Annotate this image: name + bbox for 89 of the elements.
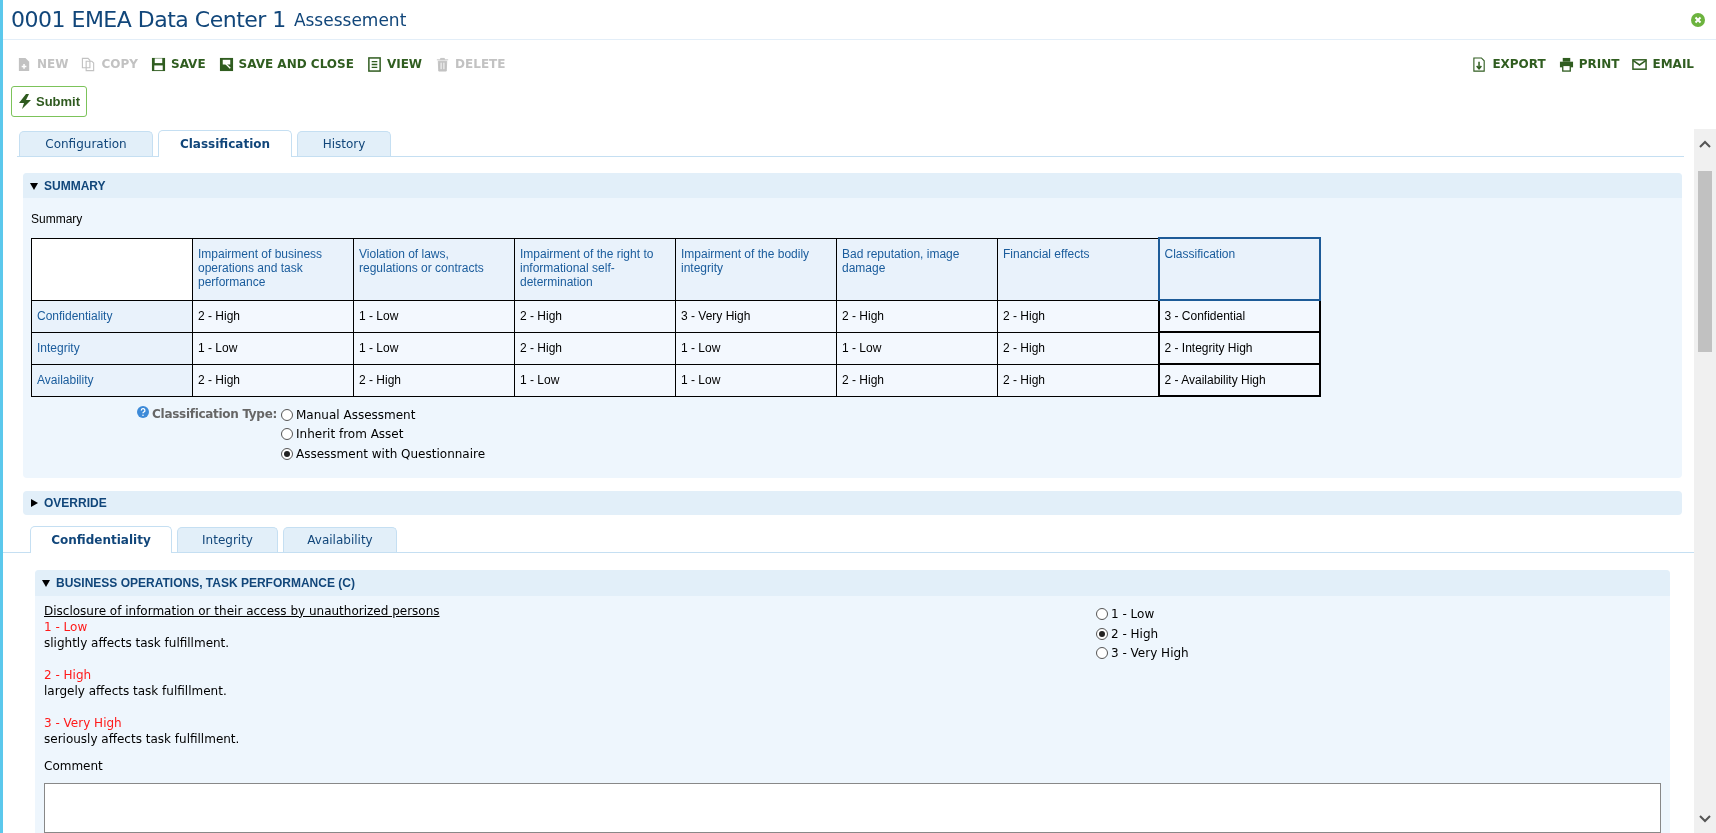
level-label: 3 - Very High <box>44 714 123 731</box>
triangle-down-icon <box>42 578 50 587</box>
column-header: Financial effects <box>997 238 1159 300</box>
column-header: Bad reputation, image damage <box>836 238 998 300</box>
tab[interactable]: Integrity <box>177 526 278 552</box>
table-cell: 2 - High <box>836 364 998 396</box>
radio-label: Manual Assessment <box>296 406 416 424</box>
close-icon[interactable] <box>1691 12 1705 27</box>
document-icon <box>17 56 32 72</box>
row-header: Integrity <box>31 332 193 364</box>
column-header: Impairment of the bodily integrity <box>675 238 837 300</box>
tab[interactable]: Availability <box>283 526 397 552</box>
section-header[interactable]: OVERRIDE <box>23 490 1682 515</box>
table-caption: Summary <box>30 211 84 228</box>
table-cell: 1 - Low <box>353 300 515 332</box>
column-header: Violation of laws, regulations or contracts <box>353 238 515 300</box>
level-description: slightly affects task fulfillment. <box>44 634 231 651</box>
table-cell: 1 - Low <box>836 332 998 364</box>
page-subtitle: Assessement <box>293 8 407 32</box>
table-cell: 1 - Low <box>675 364 837 396</box>
tab[interactable]: Configuration <box>19 131 153 156</box>
tab[interactable]: Confidentiality <box>30 525 172 553</box>
field-label: Classification Type: <box>152 406 277 423</box>
submit-button[interactable]: Submit <box>11 86 88 117</box>
table-cell: 2 - Availability High <box>1158 364 1320 396</box>
radio-label: Assessment with Questionnaire <box>296 445 486 463</box>
triangle-right-icon <box>30 498 38 507</box>
radio-button[interactable] <box>281 428 293 441</box>
envelope-icon <box>1632 56 1648 72</box>
radio-label: 2 - High <box>1111 625 1159 643</box>
row-header: Availability <box>31 364 193 396</box>
table-cell: 2 - High <box>514 300 676 332</box>
section-header[interactable]: BUSINESS OPERATIONS, TASK PERFORMANCE (C) <box>35 569 1670 596</box>
toolbar-button[interactable]: PRINT <box>1558 55 1620 73</box>
table-cell: 3 - Very High <box>675 300 837 332</box>
radio-label: Inherit from Asset <box>296 426 404 444</box>
table-cell: 1 - Low <box>192 332 354 364</box>
column-header: Classification <box>1158 238 1320 300</box>
help-icon[interactable] <box>137 406 150 418</box>
table-cell: 2 - High <box>997 364 1159 396</box>
table-cell: 3 - Confidential <box>1158 300 1320 332</box>
table-cell: 2 - Integrity High <box>1158 332 1320 364</box>
table-cell: 2 - High <box>997 300 1159 332</box>
section-header[interactable]: SUMMARY <box>23 173 1682 198</box>
table-cell: 2 - High <box>192 364 354 396</box>
table-cell: 1 - Low <box>675 332 837 364</box>
scroll-down-icon[interactable] <box>1699 815 1711 823</box>
table-cell: 2 - High <box>514 332 676 364</box>
column-header: Impairment of business operations and task performance <box>192 238 354 300</box>
download-icon <box>1472 56 1488 72</box>
level-label: 1 - Low <box>44 618 89 635</box>
tab[interactable]: History <box>297 131 391 156</box>
toolbar-button[interactable]: VIEW <box>366 55 423 73</box>
page-title: 0001 EMEA Data Center 1 <box>11 6 286 34</box>
copy-icon <box>81 56 97 72</box>
level-description: largely affects task fulfillment. <box>44 682 228 699</box>
toolbar-button[interactable]: EXPORT <box>1472 55 1546 73</box>
row-header: Confidentiality <box>31 300 193 332</box>
question-text: Disclosure of information or their access by unauthorized persons <box>44 602 441 619</box>
scrollbar[interactable] <box>1694 129 1716 833</box>
toolbar-button[interactable]: EMAIL <box>1632 55 1694 73</box>
table-cell: 2 - High <box>836 300 998 332</box>
level-description: seriously affects task fulfillment. <box>44 730 241 747</box>
radio-button[interactable] <box>281 447 293 460</box>
radio-button[interactable] <box>281 408 293 421</box>
table-cell: 2 - High <box>997 332 1159 364</box>
triangle-down-icon <box>30 181 38 190</box>
printer-icon <box>1558 56 1574 72</box>
radio-button[interactable] <box>1096 647 1108 660</box>
list-icon <box>366 56 382 72</box>
toolbar-button[interactable]: SAVE AND CLOSE <box>218 55 354 73</box>
radio-label: 1 - Low <box>1111 606 1155 624</box>
radio-button[interactable] <box>1096 608 1108 621</box>
toolbar-button[interactable]: SAVE <box>151 55 206 73</box>
field-label: Comment <box>43 757 104 775</box>
lightning-icon <box>18 94 32 109</box>
tab[interactable]: Classification <box>158 130 292 157</box>
table-cell: 2 - High <box>192 300 354 332</box>
comment-field[interactable] <box>44 782 1661 833</box>
table-cell: 1 - Low <box>353 332 515 364</box>
radio-button[interactable] <box>1096 627 1108 640</box>
level-label: 2 - High <box>44 666 93 683</box>
table-cell: 1 - Low <box>514 364 676 396</box>
column-header: Impairment of the right to informational self-determination <box>514 238 676 300</box>
scrollbar-thumb[interactable] <box>1698 171 1712 352</box>
trash-icon <box>435 56 451 72</box>
scroll-up-icon[interactable] <box>1699 140 1711 148</box>
table-cell: 2 - High <box>353 364 515 396</box>
radio-label: 3 - Very High <box>1111 645 1189 663</box>
